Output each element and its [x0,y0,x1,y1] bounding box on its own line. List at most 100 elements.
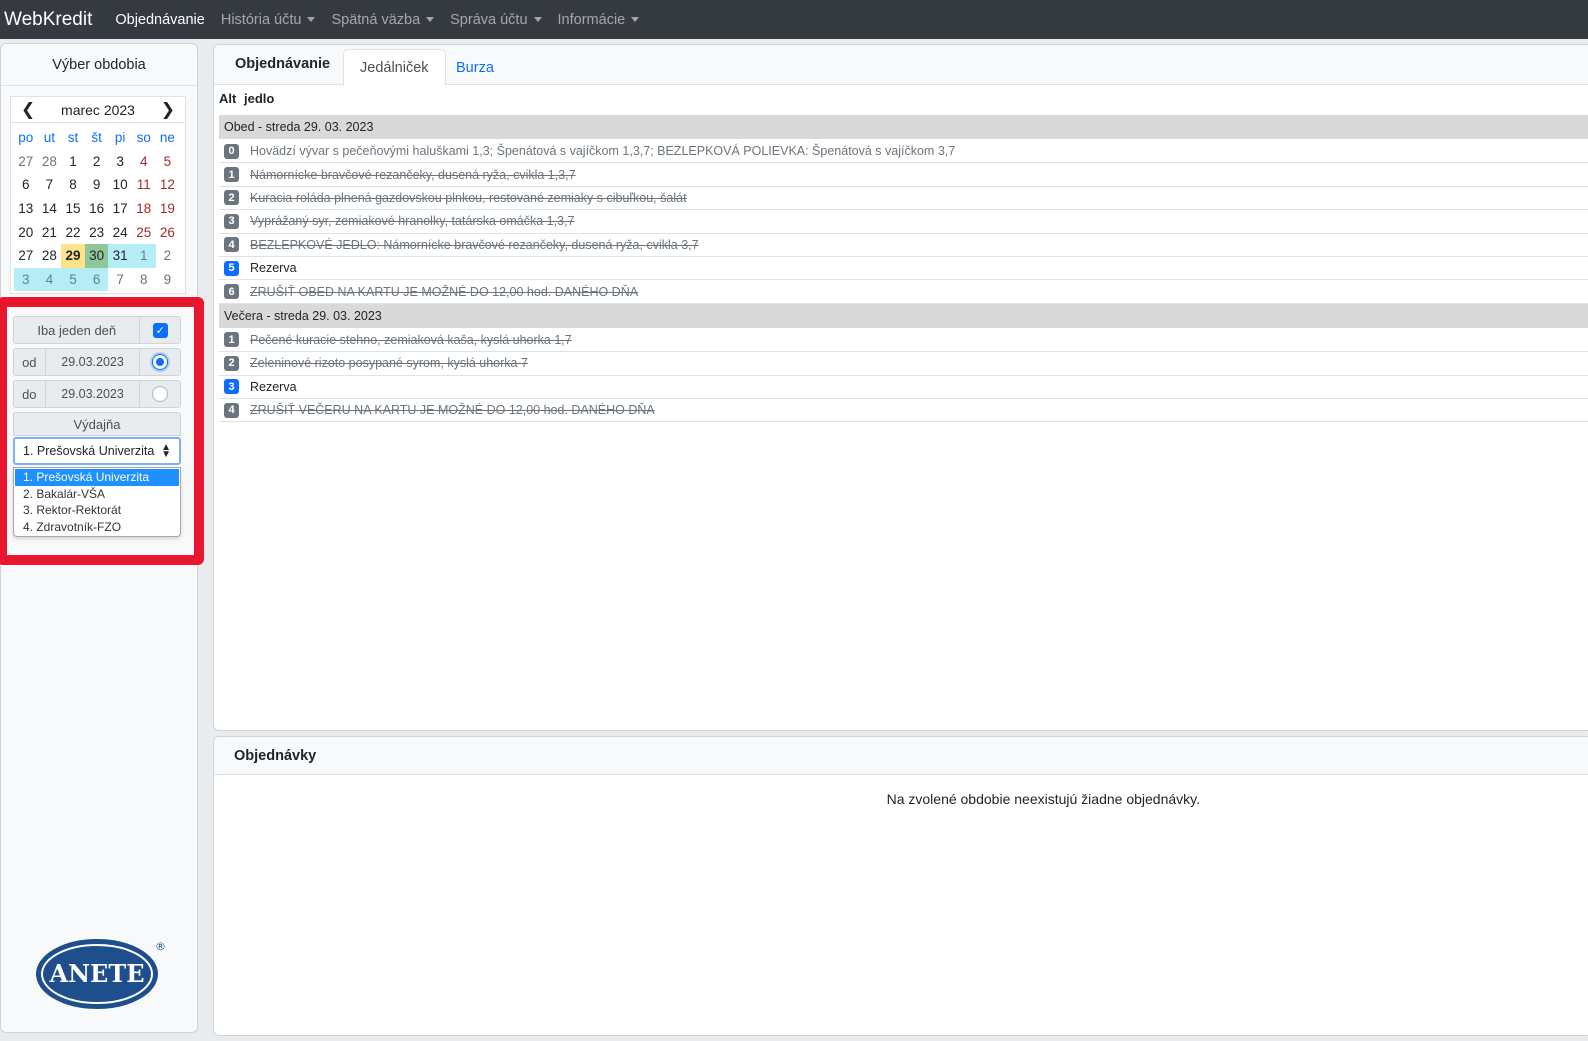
calendar-day[interactable]: 16 [85,197,109,221]
tab-objednavanie[interactable]: Objednávanie [219,45,346,82]
calendar-day[interactable]: 8 [61,173,85,197]
alt-number-badge: 1 [224,332,239,348]
calendar-day[interactable]: 8 [132,268,156,292]
calendar-day[interactable]: 10 [108,173,132,197]
calendar-day[interactable]: 31 [108,243,132,268]
calendar: ❮ marec 2023 ❯ po ut st št pi so ne 27 28 1 2 3 4 5 6 7… [10,96,186,295]
calendar-day[interactable]: 7 [108,268,132,292]
alt-number-badge: 2 [224,190,239,206]
menu-item-row[interactable]: 1 Námornícke bravčové rezančeky, dusená r… [219,163,1588,187]
calendar-day[interactable]: 3 [108,150,132,174]
menu-item-row[interactable]: 3 Rezerva [219,376,1588,399]
date-to-label: do [14,381,45,407]
calendar-day[interactable]: 27 [14,150,38,174]
caret-down-icon [307,17,316,22]
calendar-day[interactable]: 6 [14,173,38,197]
calendar-header: ❮ marec 2023 ❯ [11,97,185,123]
alt-number-badge: 3 [224,213,239,229]
nav-sprava-uctu[interactable]: Správa účtu [450,11,542,28]
calendar-weekday: ne [159,130,175,146]
menu-item-row[interactable]: 5 Rezerva [219,257,1588,281]
calendar-day[interactable]: 22 [61,220,85,244]
nav-historia-uctu[interactable]: História účtu [221,12,316,28]
vydajna-option[interactable]: 4. Zdravotník-FZO [15,519,179,536]
calendar-day[interactable]: 4 [37,267,62,292]
calendar-day[interactable]: 2 [156,244,180,268]
alt-number-badge: 2 [224,355,239,371]
calendar-day[interactable]: 24 [108,220,132,244]
calendar-day[interactable]: 30 [84,243,109,268]
nav-label: Informácie [557,11,626,28]
menu-item-row[interactable]: 0 Hovädzí vývar s pečeňovými haluškami 1,… [219,140,1588,164]
calendar-day[interactable]: 7 [38,173,62,197]
calendar-day[interactable]: 17 [108,197,132,221]
nav-label: Spätná väzba [331,11,421,28]
nav-spatna-vazba[interactable]: Spätná väzba [331,11,435,28]
radio-selected-icon [152,354,169,370]
menu-item-text: Zeleninové rizoto posypané syrom, kyslá … [250,356,528,371]
date-from-input[interactable]: 29.03.2023 [44,349,140,375]
calendar-day[interactable]: 1 [131,243,156,268]
calendar-day[interactable]: 12 [156,173,180,197]
menu-item-row[interactable]: 2 Zeleninové rizoto posypané syrom, kyslá… [219,352,1588,376]
nav-label: Správa účtu [450,11,528,28]
one-day-checkbox[interactable]: ✓ [139,317,180,343]
calendar-day[interactable]: 11 [132,173,156,197]
brand-logo[interactable]: WebKredit [4,9,92,31]
calendar-day[interactable]: 18 [132,197,156,221]
calendar-day[interactable]: 9 [156,268,180,292]
vydajna-select[interactable]: 1. Prešovská Univerzita ▲ ▼ [13,437,181,465]
menu-item-text: Rezerva [250,379,297,394]
menu-item-text: Kuracia roláda plnená gazdovskou plnkou,… [250,190,687,205]
menu-panel: Objednávanie Jedálniček Burza Alt jedlo … [213,44,1588,731]
calendar-day[interactable]: 19 [156,197,180,221]
orders-panel: Objednávky Na zvolené obdobie neexistujú… [213,736,1588,1036]
calendar-day[interactable]: 3 [14,267,38,292]
date-to-radio[interactable] [139,381,180,407]
calendar-day[interactable]: 4 [132,150,156,174]
column-alt: Alt [219,91,237,106]
menu-item-row[interactable]: 6 ZRUŠIŤ OBED NA KARTU JE MOŽNÉ DO 12,00 … [219,280,1588,304]
calendar-day[interactable]: 5 [156,150,180,174]
date-to-input[interactable]: 29.03.2023 [44,381,140,407]
calendar-day[interactable]: 5 [61,267,85,292]
menu-item-text: Vyprážaný syr, zemiakové hranolky, tatár… [250,214,575,229]
checkmark-icon: ✓ [152,322,168,338]
calendar-day[interactable]: 14 [38,197,62,221]
menu-item-row[interactable]: 2 Kuracia roláda plnená gazdovskou plnkou… [219,187,1588,211]
calendar-day[interactable]: 6 [84,267,109,292]
calendar-day[interactable]: 23 [85,220,109,244]
tab-jedalnicek[interactable]: Jedálniček [343,49,446,86]
meal-group-header: Obed - streda 29. 03. 2023 [219,115,1588,139]
vydajna-option[interactable]: 1. Prešovská Univerzita [15,469,179,486]
calendar-day[interactable]: 9 [85,173,109,197]
date-to-row: do 29.03.2023 [13,380,181,408]
vydajna-option[interactable]: 3. Rektor-Rektorát [15,502,179,519]
calendar-day[interactable]: 26 [156,220,180,244]
next-month-icon[interactable]: ❯ [161,100,175,120]
calendar-day[interactable]: 25 [132,220,156,244]
calendar-day[interactable]: 1 [61,150,85,174]
tab-burza[interactable]: Burza [440,49,510,86]
calendar-day[interactable]: 21 [38,220,62,244]
nav-informacie[interactable]: Informácie [558,12,640,28]
calendar-day[interactable]: 27 [14,244,38,268]
menu-item-row[interactable]: 4 ZRUŠIŤ VEČERU NA KARTU JE MOŽNÉ DO 12,0… [219,399,1588,423]
column-jedlo: jedlo [244,91,275,106]
vydajna-option[interactable]: 2. Bakalár-VŠA [15,486,179,503]
calendar-day[interactable]: 2 [85,150,109,174]
menu-item-row[interactable]: 1 Pečené kuracie stehno, zemiaková kaša, … [219,329,1588,353]
menu-item-row[interactable]: 4 BEZLEPKOVÉ JEDLO: Námornícke bravčové r… [219,234,1588,257]
calendar-day[interactable]: 28 [38,150,62,174]
orders-title: Objednávky [214,737,1588,775]
menu-item-row[interactable]: 3 Vyprážaný syr, zemiakové hranolky, tatá… [219,210,1588,234]
nav-objednavanie[interactable]: Objednávanie [115,12,205,28]
prev-month-icon[interactable]: ❮ [21,100,35,120]
calendar-day[interactable]: 28 [38,244,62,268]
calendar-day[interactable]: 20 [14,220,38,244]
alt-number-badge: 1 [224,167,239,183]
calendar-day[interactable]: 29 [61,243,85,268]
date-from-radio[interactable] [139,349,180,375]
calendar-day[interactable]: 15 [61,197,85,221]
calendar-day[interactable]: 13 [14,197,38,221]
